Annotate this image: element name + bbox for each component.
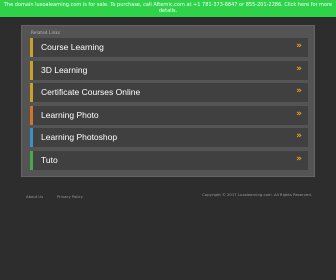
link-label[interactable]: Learning Photo bbox=[41, 110, 99, 120]
related-link-course-learning[interactable]: Course Learning » bbox=[30, 38, 308, 57]
related-link-certificate-courses-online[interactable]: Certificate Courses Online » bbox=[30, 83, 308, 102]
related-link-learning-photo[interactable]: Learning Photo » bbox=[30, 105, 308, 125]
link-label[interactable]: Course Learning bbox=[41, 42, 104, 52]
double-chevron-right-icon[interactable]: » bbox=[296, 64, 302, 74]
double-chevron-right-icon[interactable]: » bbox=[296, 109, 302, 119]
link-label[interactable]: 3D Learning bbox=[41, 65, 87, 75]
double-chevron-right-icon[interactable]: » bbox=[296, 41, 302, 51]
sale-banner[interactable]: The domain luxoalearning.com is for sale… bbox=[0, 0, 336, 17]
sale-banner-text[interactable]: The domain luxoalearning.com is for sale… bbox=[4, 2, 332, 14]
link-label[interactable]: Tuto bbox=[41, 155, 58, 165]
related-link-3d-learning[interactable]: 3D Learning » bbox=[30, 60, 308, 80]
panel-heading: Related Links bbox=[31, 30, 61, 35]
page: The domain luxoalearning.com is for sale… bbox=[0, 0, 336, 280]
link-label[interactable]: Certificate Courses Online bbox=[41, 87, 140, 97]
link-label[interactable]: Learning Photoshop bbox=[41, 132, 117, 142]
related-links-list: Course Learning » 3D Learning » Certific… bbox=[30, 38, 308, 173]
double-chevron-right-icon[interactable]: » bbox=[296, 86, 302, 96]
related-links-panel: Related Links Course Learning » 3D Learn… bbox=[21, 25, 315, 177]
double-chevron-right-icon[interactable]: » bbox=[296, 154, 302, 164]
related-link-learning-photoshop[interactable]: Learning Photoshop » bbox=[30, 128, 308, 147]
related-link-tuto[interactable]: Tuto » bbox=[30, 150, 308, 170]
double-chevron-right-icon[interactable]: » bbox=[296, 131, 302, 141]
copyright-text: Copyright © 2017 Luxolearning.com. All R… bbox=[202, 192, 312, 197]
privacy-policy-link[interactable]: Privacy Policy bbox=[57, 194, 83, 199]
footer: About Us Privacy Policy Copyright © 2017… bbox=[21, 191, 315, 205]
about-us-link[interactable]: About Us bbox=[26, 194, 43, 199]
